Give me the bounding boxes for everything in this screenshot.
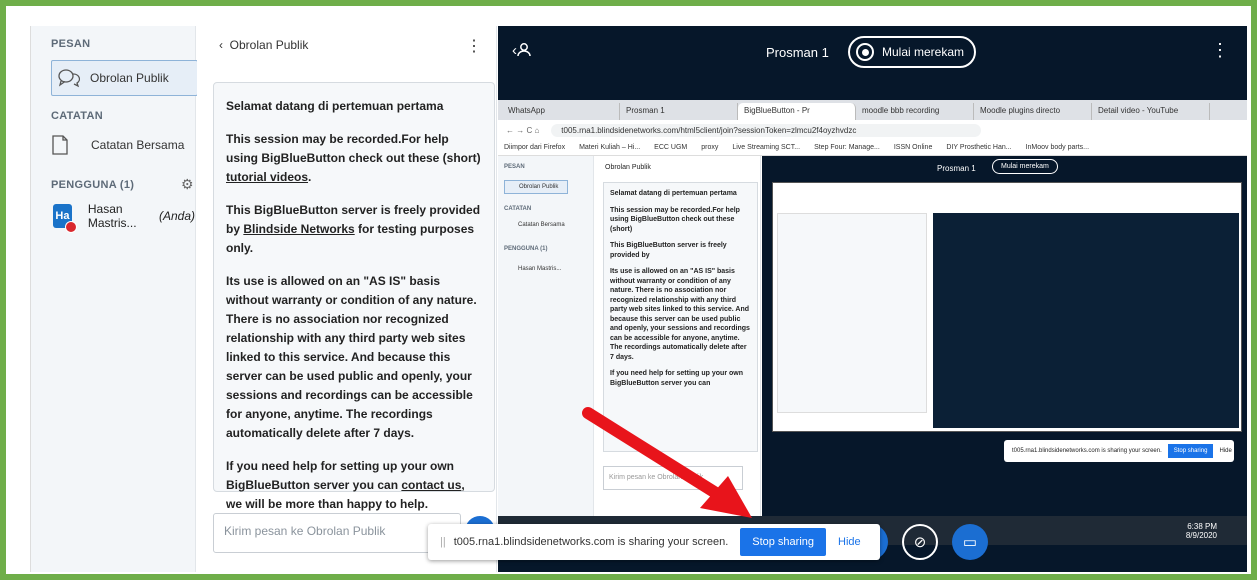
tutorial-videos-link[interactable]: tutorial videos: [226, 170, 308, 184]
bookmark: Diimpor dari Firefox: [504, 144, 566, 151]
chat-back-button[interactable]: ‹ Obrolan Publik: [219, 38, 308, 52]
public-chat-label: Obrolan Publik: [90, 71, 169, 85]
nested-bbb-view: PESAN Obrolan Publik CATATAN Catatan Ber…: [498, 156, 1247, 516]
gear-icon[interactable]: ⚙: [181, 176, 194, 193]
presentation-stage: ‹ Prosman 1 Mulai merekam ⋮ WhatsApp Pro…: [498, 26, 1247, 572]
bbb-window: PESAN Obrolan Publik CATATAN Catatan Ber…: [30, 26, 1247, 572]
shared-notes-label: Catatan Bersama: [91, 138, 185, 152]
bookmark: ECC UGM: [654, 144, 688, 151]
welcome-title: Selamat datang di pertemuan pertama: [226, 99, 444, 113]
blindside-networks-link[interactable]: Blindside Networks: [243, 222, 354, 236]
welcome-paragraph-4: If you need help for setting up your own…: [226, 459, 465, 511]
screen-share-button[interactable]: ▭: [952, 524, 988, 560]
nested-user-list: PESAN Obrolan Publik CATATAN Catatan Ber…: [498, 156, 594, 516]
contact-us-link[interactable]: contact us: [401, 478, 461, 492]
nested-screen: [772, 182, 1242, 432]
notes-section-title: CATATAN: [51, 110, 103, 122]
system-clock: 6:38 PM 8/9/2020: [1185, 522, 1217, 540]
nested-welcome: Selamat datang di pertemuan pertama This…: [603, 182, 758, 452]
chat-panel: ‹ Obrolan Publik ⋮ Selamat datang di per…: [197, 26, 497, 572]
stop-sharing-button[interactable]: Stop sharing: [740, 528, 827, 556]
nested-chat: Obrolan Publik Selamat datang di pertemu…: [595, 156, 761, 516]
welcome-paragraph-2: This BigBlueButton server is freely prov…: [226, 203, 481, 255]
welcome-message: Selamat datang di pertemuan pertama This…: [213, 82, 495, 511]
browser-tab: Moodle plugins directo: [974, 103, 1092, 120]
shared-screen: WhatsApp Prosman 1 BigBlueButton - Pr mo…: [498, 100, 1247, 545]
record-icon: [856, 43, 874, 61]
share-banner-text: t005.rna1.blindsidenetworks.com is shari…: [453, 536, 729, 548]
start-recording-button[interactable]: Mulai merekam: [848, 36, 977, 68]
nested-share-banner: t005.rna1.blindsidenetworks.com is shari…: [1004, 440, 1234, 462]
welcome-paragraph-3: Its use is allowed on an "AS IS" basis w…: [226, 274, 477, 440]
user-role: (Anda): [158, 209, 195, 223]
messages-section-title: PESAN: [51, 38, 91, 50]
browser-tab: moodle bbb recording: [856, 103, 974, 120]
bookmark: ISSN Online: [893, 144, 933, 151]
bookmark: DIY Prosthetic Han...: [946, 144, 1012, 151]
note-icon: [52, 135, 68, 155]
user-name: Hasan Mastris...: [87, 202, 137, 230]
browser-tab: Prosman 1: [620, 103, 738, 120]
browser-tab: WhatsApp: [502, 103, 620, 120]
chat-bubbles-icon: [58, 69, 80, 88]
user-list-panel: PESAN Obrolan Publik CATATAN Catatan Ber…: [31, 26, 198, 572]
nested-stage: Prosman 1 Mulai merekam t005.rna1.blinds…: [762, 156, 1247, 516]
address-bar: ← → C ⌂ t005.rna1.blindsidenetworks.com/…: [498, 120, 1247, 140]
bookmark: InMoov body parts...: [1025, 144, 1090, 151]
meeting-name: Prosman 1: [766, 45, 829, 60]
bookmarks-bar: Diimpor dari Firefox Materi Kuliah – Hi.…: [498, 140, 1247, 156]
welcome-paragraph-1: This session may be recorded.For help us…: [226, 132, 481, 184]
bookmark: Step Four: Manage...: [814, 144, 880, 151]
muted-mic-icon: [64, 221, 77, 233]
bookmark: proxy: [701, 144, 719, 151]
options-menu-icon[interactable]: ⋮: [1211, 40, 1229, 61]
screen-share-banner: || t005.rna1.blindsidenetworks.com is sh…: [428, 524, 880, 560]
users-section-title: PENGGUNA (1): [51, 179, 135, 191]
url-text: t005.rna1.blindsidenetworks.com/html5cli…: [551, 123, 982, 137]
browser-tab: Detail video - YouTube: [1092, 103, 1210, 120]
user-list-item[interactable]: Ha Hasan Mastris... (Anda): [53, 202, 195, 233]
chat-options-icon[interactable]: ⋮: [466, 36, 482, 56]
browser-tab: BigBlueButton - Pr: [738, 103, 856, 120]
video-off-icon[interactable]: ⊘: [902, 524, 938, 560]
drag-handle-icon[interactable]: ||: [440, 536, 446, 548]
chat-message-input[interactable]: Kirim pesan ke Obrolan Publik: [213, 513, 461, 553]
bookmark: Materi Kuliah – Hi...: [579, 144, 641, 151]
hide-banner-link[interactable]: Hide: [838, 536, 861, 548]
public-chat-item[interactable]: Obrolan Publik: [51, 60, 198, 96]
browser-tabs: WhatsApp Prosman 1 BigBlueButton - Pr mo…: [498, 100, 1247, 120]
shared-notes-item[interactable]: Catatan Bersama: [51, 134, 184, 156]
bookmark: Live Streaming SCT...: [732, 144, 801, 151]
avatar: Ha: [53, 204, 77, 233]
browser-nav-icons: ← → C ⌂: [506, 125, 540, 135]
toggle-userlist-icon[interactable]: ‹: [512, 42, 531, 59]
record-label: Mulai merekam: [882, 45, 965, 59]
